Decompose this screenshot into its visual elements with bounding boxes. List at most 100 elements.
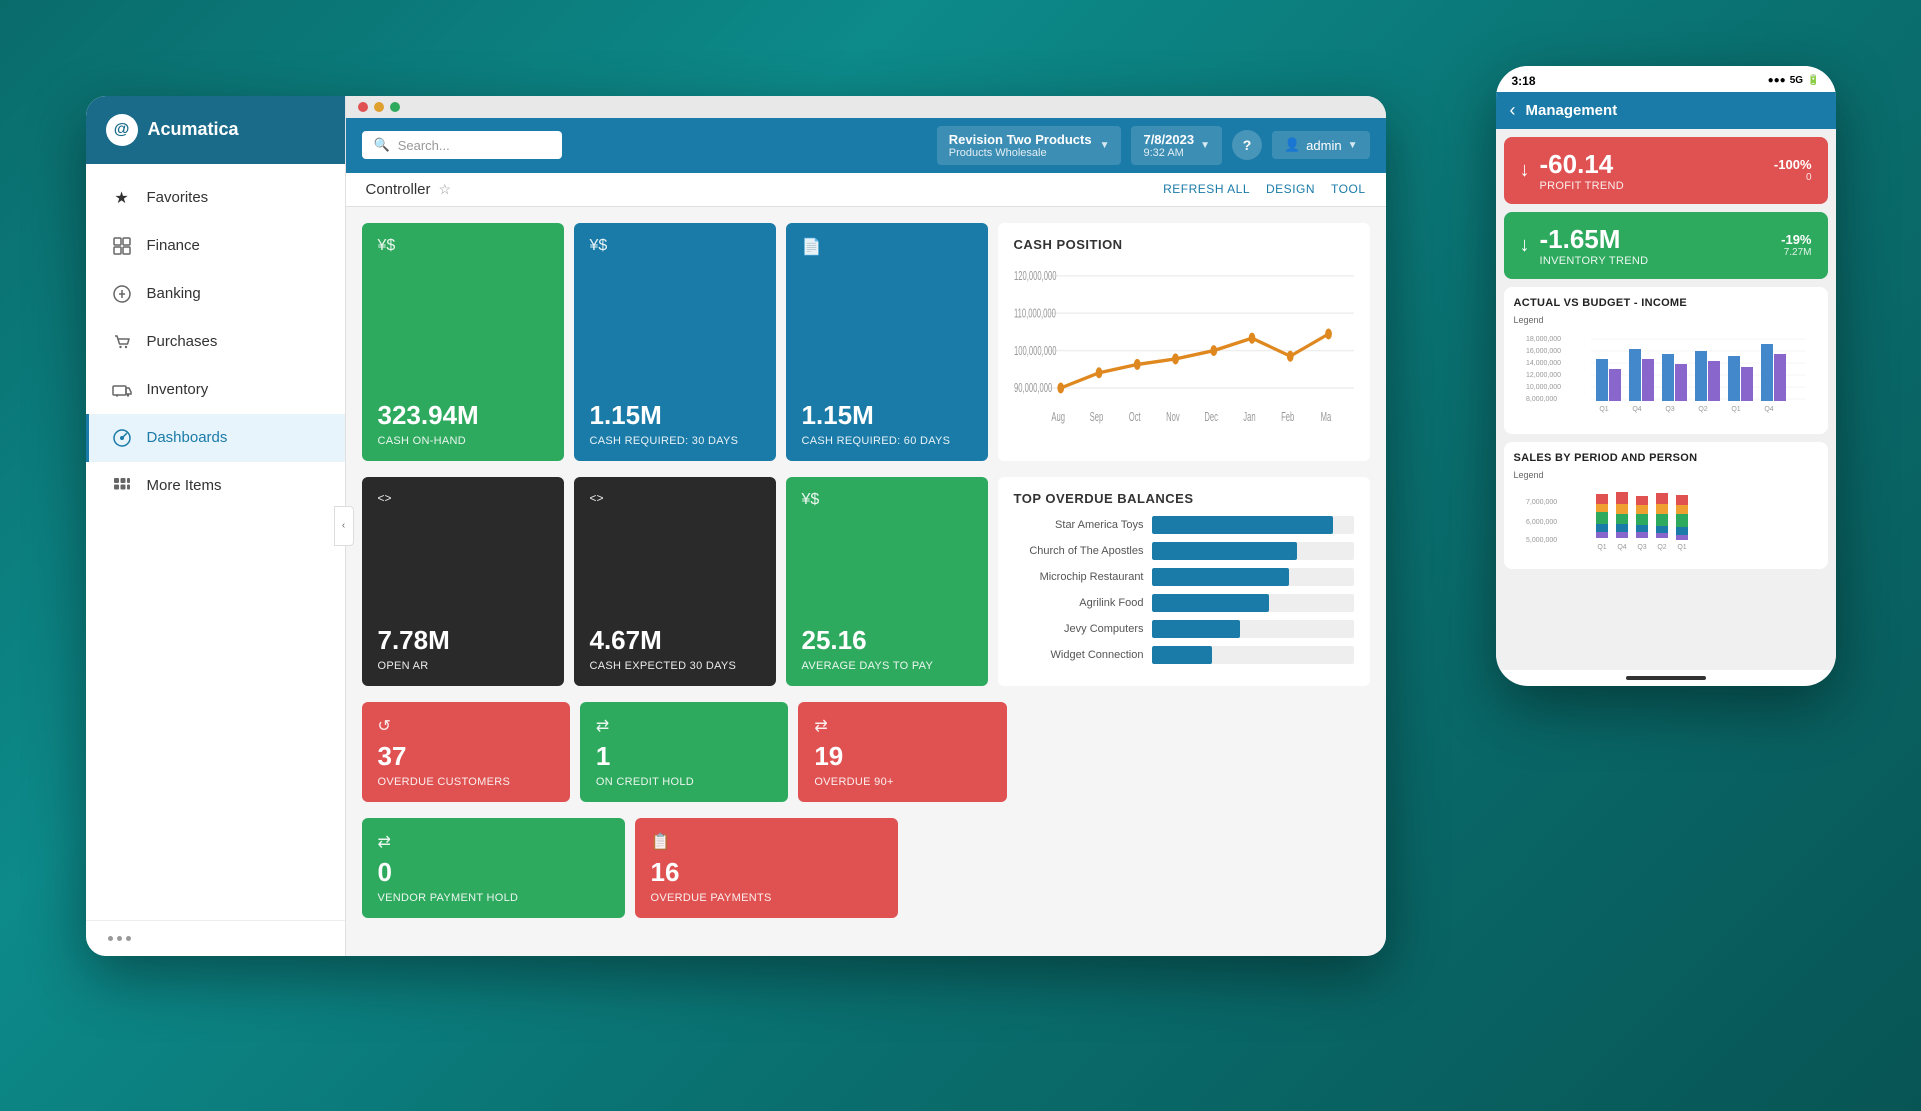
avg-days-icon: ¥$ [802, 491, 820, 509]
date-value: 7/8/2023 [1143, 132, 1194, 147]
mobile-status-bar: 3:18 ●●● 5G 🔋 [1496, 66, 1836, 92]
svg-text:Dec: Dec [1204, 411, 1218, 424]
design-button[interactable]: DESIGN [1266, 182, 1315, 196]
bar-item-3: Agrilink Food [1014, 594, 1354, 612]
sidebar-item-label: Purchases [147, 333, 218, 350]
metric-credit-hold[interactable]: ⇄ 1 ON CREDIT HOLD [580, 702, 788, 802]
more-items-icon [111, 475, 133, 497]
svg-text:Ma: Ma [1320, 411, 1331, 424]
sidebar-item-inventory[interactable]: Inventory [86, 366, 345, 414]
overdue-bars: Star America Toys Church of The Apostles [1014, 516, 1354, 664]
metrics-row-2: <> 7.78M OPEN AR <> 4.67M CASH [362, 477, 1370, 686]
overdue-payments-icon: 📋 [651, 832, 671, 852]
vendor-hold-value: 0 [378, 857, 609, 888]
mobile-back-button[interactable]: ‹ [1510, 100, 1516, 121]
svg-text:5,000,000: 5,000,000 [1526, 537, 1557, 544]
svg-text:Q4: Q4 [1617, 544, 1626, 551]
svg-text:Q1: Q1 [1599, 406, 1608, 413]
battery-icon: 🔋 [1807, 75, 1819, 86]
overdue-payments-value: 16 [651, 857, 882, 888]
window-chrome [346, 96, 1386, 118]
mobile-inventory-trend[interactable]: ↓ -1.65M INVENTORY TREND -19% 7.27M [1504, 212, 1828, 279]
sidebar-item-more[interactable]: More Items [86, 462, 345, 510]
bar-item-2: Microchip Restaurant [1014, 568, 1354, 586]
metric-overdue-customers[interactable]: ↺ 37 OVERDUE CUSTOMERS [362, 702, 570, 802]
mobile-metric-right: -100% 0 [1774, 157, 1812, 183]
inventory-label: INVENTORY TREND [1540, 255, 1649, 267]
sidebar-collapse-button[interactable]: ‹ [334, 506, 354, 546]
dashboards-icon [111, 427, 133, 449]
bar-track [1152, 542, 1354, 560]
mobile-metric-right-inv: -19% 7.27M [1781, 232, 1811, 258]
cash-60-label: CASH REQUIRED: 60 DAYS [802, 435, 972, 447]
user-button[interactable]: 👤 admin ▼ [1272, 131, 1370, 159]
mobile-network: 5G [1790, 75, 1803, 86]
mobile-home-indicator [1626, 676, 1706, 680]
metric-cash-on-hand[interactable]: ¥$ 323.94M CASH ON-HAND [362, 223, 564, 461]
svg-text:Q2: Q2 [1698, 406, 1707, 413]
credit-hold-label: ON CREDIT HOLD [596, 776, 772, 788]
svg-text:10,000,000: 10,000,000 [1526, 384, 1561, 391]
svg-text:Oct: Oct [1128, 411, 1140, 424]
sidebar-item-label: Finance [147, 237, 200, 254]
svg-text:110,000,000: 110,000,000 [1014, 307, 1056, 320]
overdue-90-icon: ⇄ [814, 716, 827, 736]
sidebar-item-label: More Items [147, 477, 222, 494]
favorite-star-icon[interactable]: ☆ [439, 181, 452, 198]
bar-fill [1152, 594, 1269, 612]
bar-track [1152, 594, 1354, 612]
sidebar-item-dashboards[interactable]: Dashboards [86, 414, 345, 462]
open-ar-label: OPEN AR [378, 660, 548, 672]
bar-label: Jevy Computers [1014, 623, 1144, 635]
cash-60-icon: 📄 [802, 237, 822, 257]
cash-position-chart: CASH POSITION 120,000,000 110,000,000 10… [998, 223, 1370, 461]
sidebar-item-finance[interactable]: Finance [86, 222, 345, 270]
metric-cash-60[interactable]: 📄 1.15M CASH REQUIRED: 60 DAYS [786, 223, 988, 461]
svg-text:Q3: Q3 [1665, 406, 1674, 413]
bar-fill [1152, 542, 1297, 560]
help-button[interactable]: ? [1232, 130, 1262, 160]
logo-icon: @ [106, 114, 138, 146]
profit-value: -60.14 [1540, 149, 1624, 180]
sidebar-item-purchases[interactable]: Purchases [86, 318, 345, 366]
svg-text:Aug: Aug [1051, 411, 1065, 424]
search-box[interactable]: 🔍 Search... [362, 131, 562, 159]
metric-avg-days[interactable]: ¥$ 25.16 AVERAGE DAYS TO PAY [786, 477, 988, 686]
svg-text:Jan: Jan [1243, 411, 1256, 424]
credit-hold-icon: ⇄ [596, 716, 609, 736]
metric-cash-expected[interactable]: <> 4.67M CASH EXPECTED 30 DAYS [574, 477, 776, 686]
sidebar-item-favorites[interactable]: ★ Favorites [86, 174, 345, 222]
search-placeholder: Search... [398, 138, 450, 153]
mobile-profit-trend[interactable]: ↓ -60.14 PROFIT TREND -100% 0 [1504, 137, 1828, 204]
svg-text:100,000,000: 100,000,000 [1014, 345, 1057, 358]
bar-track [1152, 646, 1354, 664]
svg-text:Q1: Q1 [1597, 544, 1606, 551]
finance-icon [111, 235, 133, 257]
metric-overdue-90[interactable]: ⇄ 19 OVERDUE 90+ [798, 702, 1006, 802]
bar-label: Church of The Apostles [1014, 545, 1144, 557]
company-selector[interactable]: Revision Two Products Products Wholesale… [937, 126, 1122, 165]
mobile-income-chart: ACTUAL VS BUDGET - INCOME Legend 18,000,… [1504, 287, 1828, 434]
open-ar-icon: <> [378, 491, 392, 505]
mobile-sales-chart: SALES BY PERIOD AND PERSON Legend [1504, 442, 1828, 569]
bar-fill [1152, 646, 1213, 664]
tool-button[interactable]: TOOL [1331, 182, 1365, 196]
vendor-hold-icon: ⇄ [378, 832, 391, 852]
inventory-sub: 7.27M [1781, 247, 1811, 258]
date-selector[interactable]: 7/8/2023 9:32 AM ▼ [1131, 126, 1222, 165]
metric-cash-30[interactable]: ¥$ 1.15M CASH REQUIRED: 30 DAYS [574, 223, 776, 461]
sidebar-item-banking[interactable]: Banking [86, 270, 345, 318]
mobile-title: Management [1526, 102, 1618, 119]
refresh-all-button[interactable]: REFRESH ALL [1163, 182, 1250, 196]
sidebar-logo: @ Acumatica [86, 96, 345, 164]
metric-overdue-payments[interactable]: 📋 16 OVERDUE PAYMENTS [635, 818, 898, 918]
sidebar-dots [108, 936, 323, 941]
open-ar-value: 7.78M [378, 625, 548, 656]
sidebar-item-label: Favorites [147, 189, 209, 206]
mobile-metric-left-inv: ↓ -1.65M INVENTORY TREND [1520, 224, 1649, 267]
bar-track [1152, 620, 1354, 638]
inventory-arrow-icon: ↓ [1520, 234, 1530, 257]
metric-vendor-hold[interactable]: ⇄ 0 VENDOR PAYMENT HOLD [362, 818, 625, 918]
metric-open-ar[interactable]: <> 7.78M OPEN AR [362, 477, 564, 686]
favorites-icon: ★ [111, 187, 133, 209]
